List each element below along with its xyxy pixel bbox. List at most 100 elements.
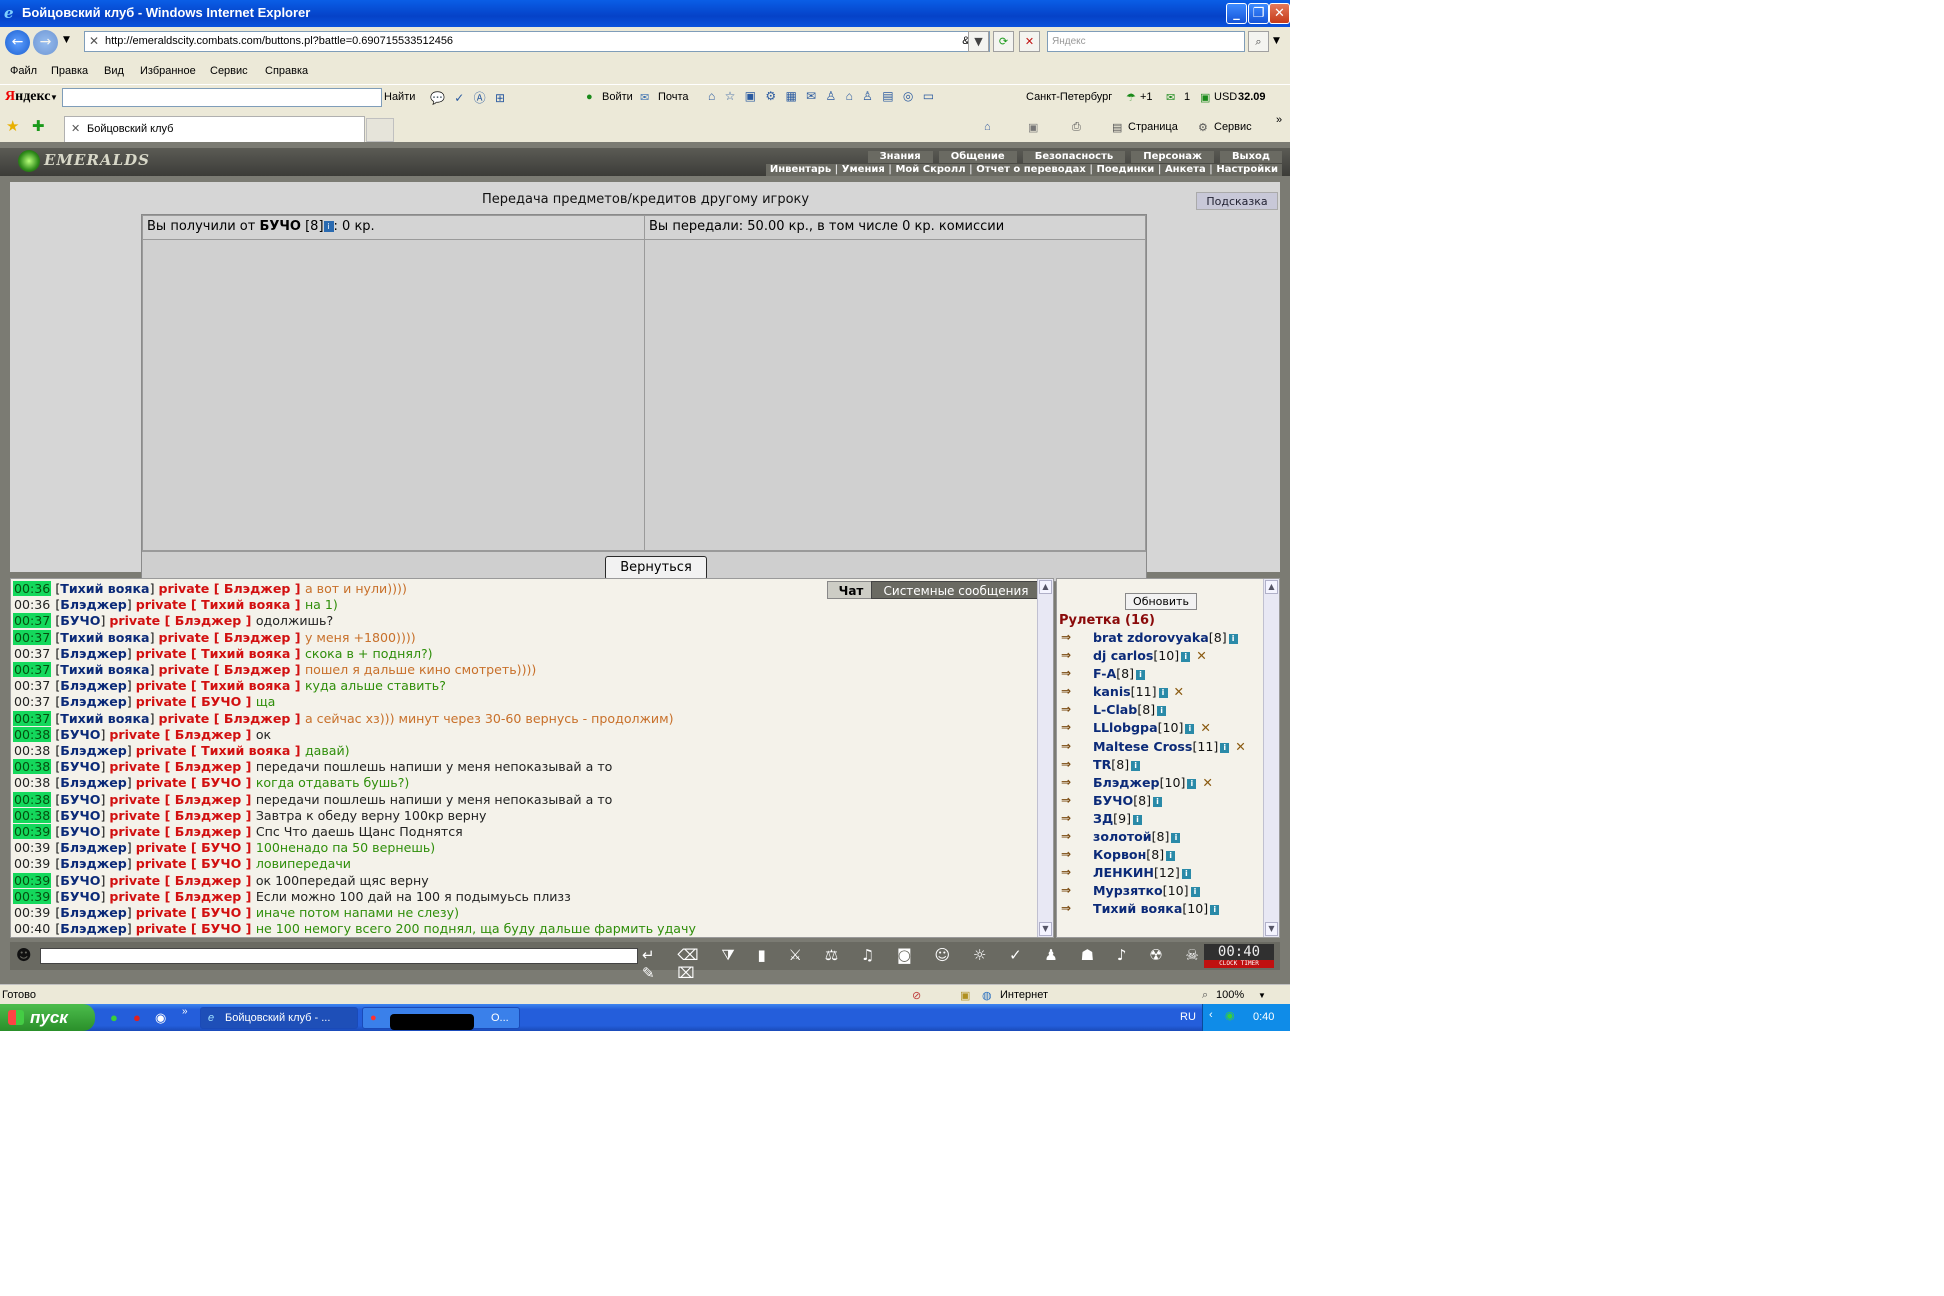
- user-name[interactable]: Мурзятко: [1093, 883, 1163, 898]
- nav-fights[interactable]: Поединки: [1086, 164, 1154, 175]
- private-message-icon[interactable]: ⇒: [1061, 866, 1079, 879]
- chat-time[interactable]: 00:39: [13, 872, 52, 888]
- users-scrollbar[interactable]: ▲ ▼: [1263, 579, 1279, 937]
- chat-author[interactable]: Блэджер: [60, 775, 127, 790]
- private-label[interactable]: private: [159, 581, 210, 596]
- url-field[interactable]: ✕ http://emeraldscity.combats.com/button…: [84, 31, 990, 52]
- chat-recipient[interactable]: Тихий вояка: [201, 646, 290, 661]
- user-name[interactable]: F-A: [1093, 666, 1116, 681]
- private-label[interactable]: private: [109, 889, 160, 904]
- task-ie[interactable]: e Бойцовский клуб - ...: [200, 1007, 358, 1029]
- chat-author[interactable]: БУЧО: [60, 808, 100, 823]
- nav-profile[interactable]: Анкета: [1154, 164, 1205, 175]
- private-message-icon[interactable]: ⇒: [1061, 884, 1079, 897]
- hint-button[interactable]: Подсказка: [1196, 192, 1278, 210]
- private-label[interactable]: private: [136, 694, 187, 709]
- private-message-icon[interactable]: ⇒: [1061, 667, 1079, 680]
- private-label[interactable]: private: [136, 840, 187, 855]
- chat-author[interactable]: БУЧО: [60, 824, 100, 839]
- private-label[interactable]: private: [159, 630, 210, 645]
- zoom-dropdown-icon[interactable]: ▼: [1258, 991, 1266, 1000]
- private-message-icon[interactable]: ⇒: [1061, 721, 1079, 734]
- chat-author[interactable]: Блэджер: [60, 840, 127, 855]
- quicklaunch-more-icon[interactable]: »: [182, 1006, 188, 1017]
- info-icon[interactable]: i: [1131, 760, 1141, 771]
- nav-my-scroll[interactable]: Мой Скролл: [885, 164, 966, 175]
- favorites-star-icon[interactable]: ★: [6, 117, 19, 135]
- nav-knowledge[interactable]: Знания: [867, 151, 933, 163]
- chat-recipient[interactable]: Тихий вояка: [201, 743, 290, 758]
- private-message-icon[interactable]: ⇒: [1061, 740, 1079, 753]
- search-options-icon[interactable]: ▼: [1273, 36, 1280, 46]
- received-player[interactable]: БУЧО: [259, 219, 301, 234]
- chat-author[interactable]: Тихий вояка: [60, 630, 149, 645]
- user-name[interactable]: ЛЕНКИН: [1093, 865, 1154, 880]
- private-label[interactable]: private: [136, 743, 187, 758]
- stop-icon[interactable]: ✕: [1019, 31, 1040, 52]
- scroll-down-icon[interactable]: ▼: [1265, 922, 1278, 936]
- private-label[interactable]: private: [136, 775, 187, 790]
- chat-author[interactable]: Тихий вояка: [60, 581, 149, 596]
- info-icon[interactable]: i: [1220, 742, 1230, 753]
- chat-recipient[interactable]: Блэджер: [175, 808, 242, 823]
- chat-author[interactable]: БУЧО: [60, 792, 100, 807]
- chat-author[interactable]: Блэджер: [60, 678, 127, 693]
- home-icon[interactable]: ⌂: [984, 121, 991, 133]
- chat-author[interactable]: Блэджер: [60, 921, 127, 936]
- chat-time[interactable]: 00:37: [13, 646, 51, 661]
- private-label[interactable]: private: [136, 597, 187, 612]
- minimize-button[interactable]: _: [1226, 3, 1247, 24]
- chat-author[interactable]: БУЧО: [60, 613, 100, 628]
- zoom-level[interactable]: 100%: [1216, 989, 1244, 1001]
- popup-blocked-icon[interactable]: ⊘: [912, 989, 921, 1002]
- feeds-icon[interactable]: ▣: [1028, 121, 1038, 134]
- chat-input[interactable]: [40, 948, 638, 964]
- add-favorite-icon[interactable]: ✚: [32, 117, 45, 135]
- chat-recipient[interactable]: Блэджер: [224, 662, 291, 677]
- smile-face-icon[interactable]: ☻: [16, 946, 32, 964]
- user-name[interactable]: brat zdorovyaka: [1093, 630, 1209, 645]
- mail-count[interactable]: 1: [1184, 91, 1190, 103]
- chat-time[interactable]: 00:38: [13, 726, 52, 742]
- chat-time[interactable]: 00:38: [13, 743, 51, 758]
- user-name[interactable]: ЗД: [1093, 811, 1113, 826]
- tab-active[interactable]: ✕ Бойцовский клуб: [64, 116, 365, 142]
- chat-recipient[interactable]: Блэджер: [175, 873, 242, 888]
- chat-recipient[interactable]: Блэджер: [224, 581, 291, 596]
- private-label[interactable]: private: [136, 646, 187, 661]
- private-message-icon[interactable]: ⇒: [1061, 902, 1079, 915]
- info-icon[interactable]: i: [323, 221, 334, 232]
- menu-tools[interactable]: Сервис: [210, 65, 248, 77]
- info-icon[interactable]: i: [1181, 652, 1191, 663]
- info-icon[interactable]: i: [1228, 634, 1238, 644]
- nav-communication[interactable]: Общение: [938, 151, 1017, 163]
- private-message-icon[interactable]: ⇒: [1061, 794, 1079, 807]
- chat-time[interactable]: 00:39: [13, 856, 51, 871]
- info-icon[interactable]: i: [1133, 814, 1143, 825]
- chat-recipient[interactable]: БУЧО: [201, 694, 241, 709]
- private-message-icon[interactable]: ⇒: [1061, 776, 1079, 789]
- chat-recipient[interactable]: Блэджер: [175, 727, 242, 742]
- info-icon[interactable]: i: [1181, 869, 1191, 880]
- forward-arrow-icon[interactable]: →: [33, 30, 58, 55]
- user-name[interactable]: LLlobgpa: [1093, 720, 1158, 735]
- menu-favorites[interactable]: Избранное: [140, 65, 196, 77]
- private-label[interactable]: private: [109, 792, 160, 807]
- chat-time[interactable]: 00:36: [13, 597, 51, 612]
- scroll-down-icon[interactable]: ▼: [1039, 922, 1052, 936]
- scroll-up-icon[interactable]: ▲: [1039, 580, 1052, 594]
- chat-recipient[interactable]: Блэджер: [175, 759, 242, 774]
- chat-author[interactable]: БУЧО: [60, 727, 100, 742]
- chat-time[interactable]: 00:37: [13, 613, 52, 629]
- chat-time[interactable]: 00:37: [13, 629, 52, 645]
- chat-author[interactable]: Блэджер: [60, 856, 127, 871]
- info-icon[interactable]: i: [1157, 706, 1167, 717]
- quicklaunch-icon-1[interactable]: ●: [110, 1010, 118, 1025]
- chat-scrollbar[interactable]: ▲ ▼: [1037, 579, 1053, 937]
- info-icon[interactable]: i: [1190, 887, 1200, 898]
- user-name[interactable]: dj carlos: [1093, 648, 1153, 663]
- chat-author[interactable]: Тихий вояка: [60, 662, 149, 677]
- clock-widget[interactable]: 00:40 CLOCK TIMER: [1204, 944, 1274, 968]
- nav-settings[interactable]: Настройки: [1206, 164, 1278, 175]
- chat-time[interactable]: 00:38: [13, 775, 51, 790]
